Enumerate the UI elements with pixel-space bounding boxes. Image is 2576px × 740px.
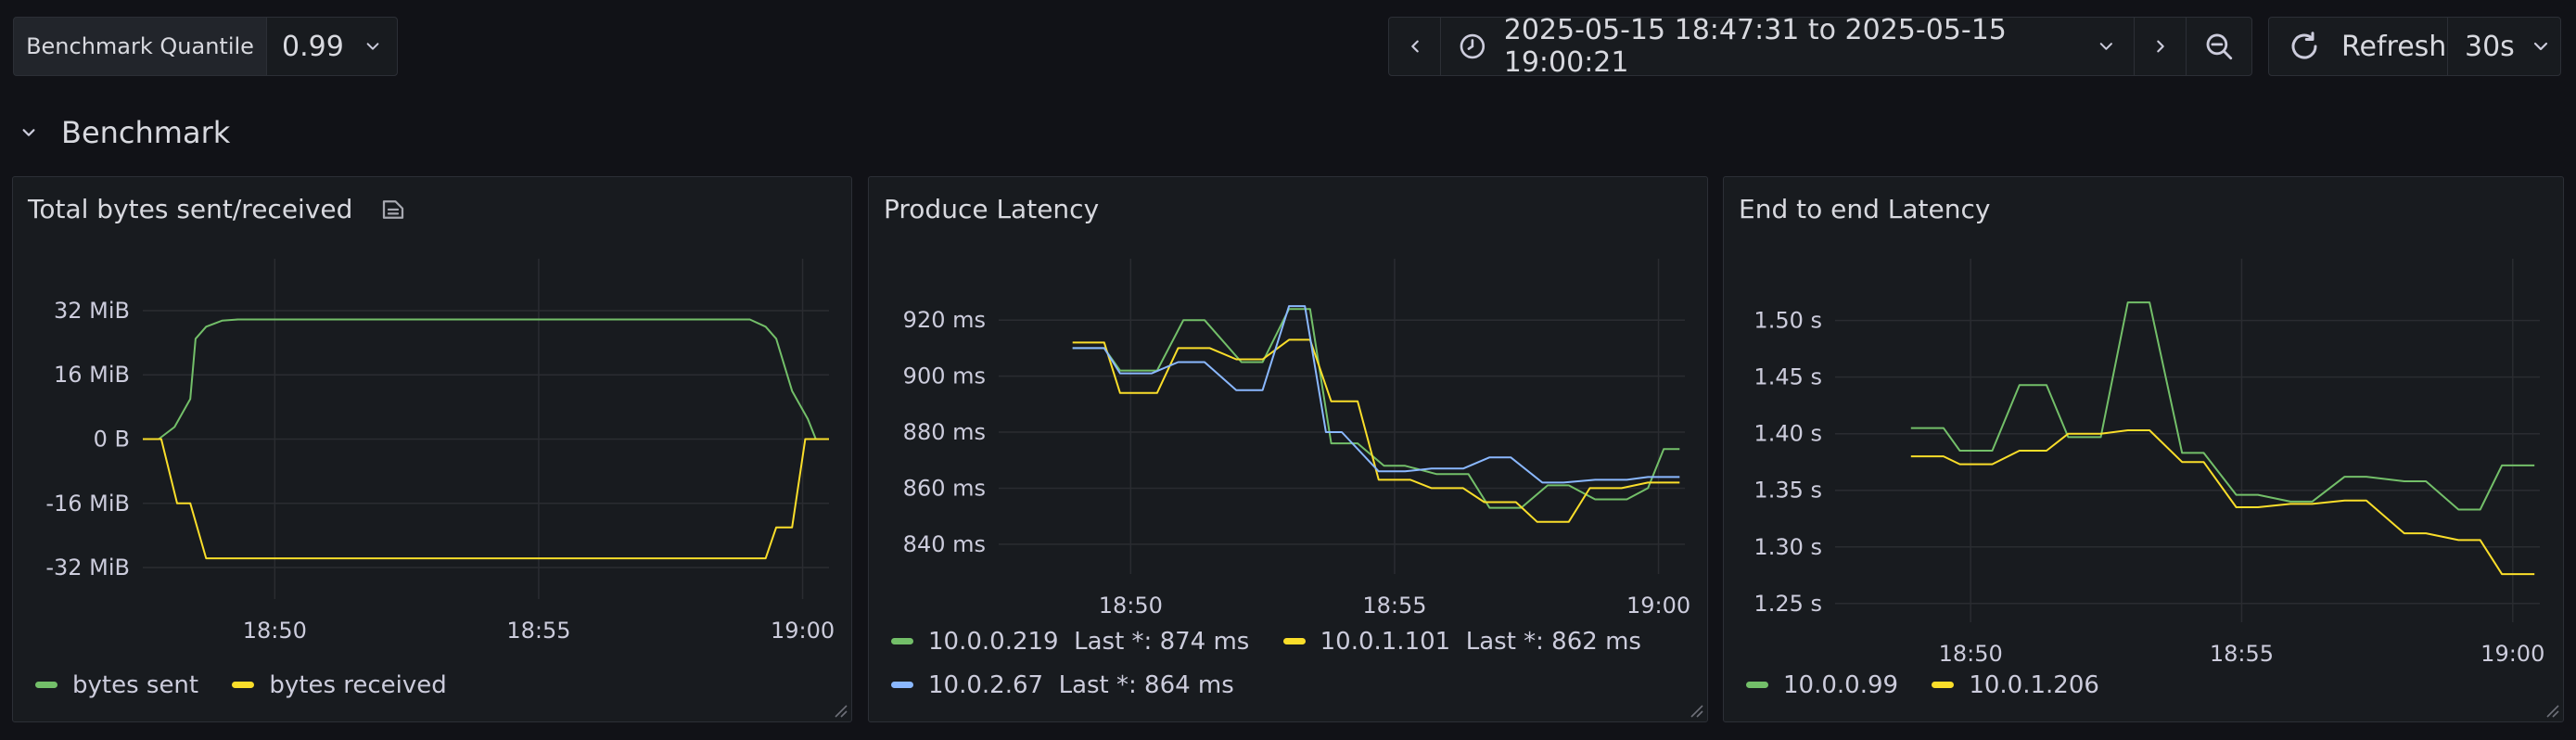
chevron-left-icon (1410, 40, 1419, 53)
legend-swatch (232, 682, 255, 688)
variable-label: Benchmark Quantile (13, 17, 267, 76)
y-tick-label: -32 MiB (45, 555, 130, 581)
series-line-1 (143, 438, 829, 560)
x-tick-label: 19:00 (771, 618, 835, 644)
legend-swatch (1282, 638, 1306, 644)
legend-swatch (35, 682, 57, 688)
series-line-1 (1072, 338, 1680, 523)
legend-swatch (891, 682, 913, 688)
legend-item-10-0-0-99[interactable]: 10.0.0.99 (1746, 671, 1898, 699)
y-tick-label: 840 ms (903, 531, 986, 557)
y-tick-label: 900 ms (903, 364, 986, 389)
refresh-label: Refresh (2341, 30, 2447, 63)
zoom-out-button[interactable] (2186, 17, 2252, 76)
resize-handle-icon[interactable] (831, 701, 848, 718)
chart-plot-area: 32 MiB 16 MiB 0 B -16 MiB -32 MiB 18:50 18:55 1… (45, 259, 835, 644)
y-tick-label: 1.40 s (1753, 421, 1822, 447)
x-tick-label: 18:50 (1939, 641, 2003, 667)
resize-handle-icon[interactable] (1687, 701, 1703, 718)
chevron-down-icon (2100, 43, 2113, 50)
legend-label: bytes sent (72, 670, 199, 699)
x-tick-label: 19:00 (2480, 641, 2544, 667)
series-line-1 (1910, 429, 2535, 576)
y-tick-label: 16 MiB (54, 362, 130, 388)
legend-label: 10.0.1.101 (1320, 627, 1451, 656)
legend-item-10-0-1-206[interactable]: 10.0.1.206 (1932, 671, 2099, 699)
refresh-interval-select[interactable]: 30s (2447, 17, 2561, 76)
chevron-down-icon (2533, 42, 2547, 51)
legend-last-value: Last *: 864 ms (1058, 670, 1234, 699)
variable-select[interactable]: 0.99 (266, 17, 398, 76)
legend-item-10-0-2-67[interactable]: 10.0.2.67 Last *: 864 ms (891, 671, 1234, 699)
legend-swatch (1746, 682, 1768, 688)
chart-legend: 10.0.0.219 Last *: 874 ms 10.0.1.101 Las… (891, 623, 1667, 656)
y-tick-label: 1.30 s (1753, 534, 1822, 560)
y-tick-label: 32 MiB (54, 298, 130, 324)
chevron-right-icon (2156, 40, 2164, 53)
legend-item-bytes-received[interactable]: bytes received (232, 670, 447, 699)
zoom-out-icon (2206, 33, 2233, 60)
time-shift-forward-button[interactable] (2134, 17, 2187, 76)
x-tick-label: 18:50 (243, 618, 307, 644)
legend-swatch (1932, 682, 1955, 688)
series-line-0 (1910, 301, 2535, 511)
chart-plot-area: 1.50 s 1.45 s 1.40 s 1.35 s 1.30 s 1.25 s 18:5… (1753, 259, 2544, 667)
y-tick-label: 1.45 s (1753, 364, 1822, 390)
legend-label: 10.0.0.99 (1783, 670, 1899, 699)
panel-total-bytes[interactable]: Total bytes sent/received 32 MiB 16 MiB 0 … (12, 176, 852, 722)
y-tick-label: 860 ms (903, 475, 986, 501)
x-tick-label: 19:00 (1626, 593, 1690, 619)
variable-value: 0.99 (282, 30, 344, 63)
time-shift-back-button[interactable] (1388, 17, 1441, 76)
legend-label: 10.0.2.67 (928, 670, 1044, 699)
row-title: Benchmark (61, 115, 231, 150)
legend-swatch (891, 638, 913, 644)
chevron-down-icon (366, 43, 379, 50)
collapse-chevron-icon (22, 129, 35, 136)
legend-item-bytes-sent[interactable]: bytes sent (35, 671, 198, 699)
chart-legend: bytes sent bytes received (35, 667, 473, 699)
panel-end-to-end-latency[interactable]: End to end Latency 1.50 s 1.45 s 1.40 s 1.3… (1723, 176, 2564, 722)
clock-icon (1460, 33, 1486, 59)
row-header-benchmark[interactable]: Benchmark (20, 109, 230, 156)
legend-label: 10.0.0.219 (928, 627, 1059, 656)
series-line-0 (143, 318, 829, 440)
legend-label: bytes received (269, 670, 447, 699)
series-line-2 (1072, 305, 1680, 484)
x-tick-label: 18:55 (1362, 593, 1426, 619)
chart-legend-row-2: 10.0.2.67 Last *: 864 ms (891, 667, 1260, 699)
x-tick-label: 18:50 (1099, 593, 1163, 619)
y-tick-label: 0 B (94, 427, 130, 453)
x-tick-label: 18:55 (506, 618, 570, 644)
resize-handle-icon[interactable] (2543, 701, 2559, 718)
legend-last-value: Last *: 874 ms (1074, 627, 1250, 656)
legend-label: 10.0.1.206 (1969, 670, 2099, 699)
legend-item-10-0-1-101[interactable]: 10.0.1.101 Last *: 862 ms (1282, 627, 1641, 656)
chart-legend: 10.0.0.99 10.0.1.206 (1746, 667, 2125, 699)
panel-produce-latency[interactable]: Produce Latency 920 ms 900 ms 880 ms 860 ms… (868, 176, 1708, 722)
refresh-button[interactable]: Refresh (2268, 17, 2448, 76)
refresh-icon (2291, 32, 2317, 59)
y-tick-label: -16 MiB (45, 491, 130, 517)
series-line-0 (1072, 308, 1680, 509)
legend-last-value: Last *: 862 ms (1465, 627, 1641, 656)
time-range-picker[interactable]: 2025-05-15 18:47:31 to 2025-05-15 19:00:… (1440, 14, 2135, 79)
y-tick-label: 1.35 s (1753, 478, 1822, 504)
refresh-interval-value: 30s (2465, 30, 2515, 63)
y-tick-label: 880 ms (903, 419, 986, 445)
y-tick-label: 1.25 s (1753, 591, 1822, 617)
variable-label-text: Benchmark Quantile (26, 33, 254, 59)
y-tick-label: 920 ms (903, 307, 986, 333)
x-tick-label: 18:55 (2210, 641, 2274, 667)
y-tick-label: 1.50 s (1753, 308, 1822, 334)
time-range-label: 2025-05-15 18:47:31 to 2025-05-15 19:00:… (1503, 14, 2007, 79)
legend-item-10-0-0-219[interactable]: 10.0.0.219 Last *: 874 ms (891, 628, 1249, 656)
